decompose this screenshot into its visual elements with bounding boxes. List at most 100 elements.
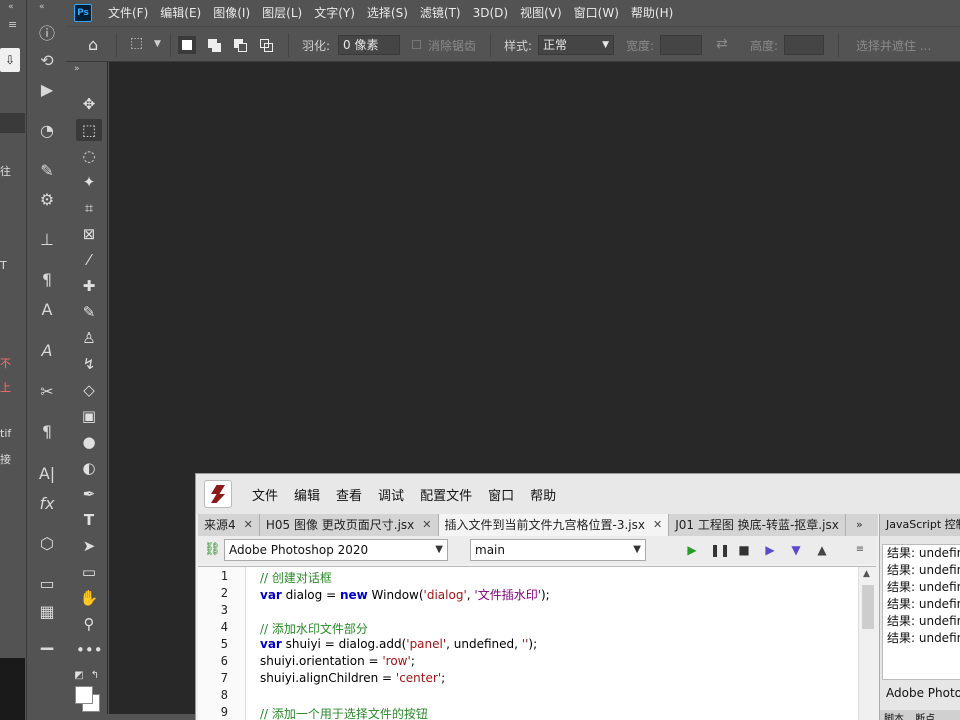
close-icon[interactable]: ✕ [244,514,253,536]
console-output[interactable]: 结果: undefined 结果: undefined 结果: undefine… [882,544,960,680]
panel-menu-icon[interactable]: ≡ [8,18,20,31]
expand-arrows-icon[interactable]: » [74,64,80,74]
tab-source4[interactable]: 来源4 ✕ [198,514,260,536]
adjust-icon[interactable]: ◔ [35,120,59,142]
chevron-down-icon[interactable]: ▼ [154,39,161,49]
crop-tool-icon[interactable]: ⌗ [76,197,102,219]
close-icon[interactable]: ✕ [422,514,431,536]
swap-colors-icon[interactable]: ↰ [88,665,102,687]
select-and-mask-button[interactable]: 选择并遮住 ... [856,37,931,54]
style-select[interactable]: 正常 ▼ [538,35,614,55]
link-icon[interactable]: ⛓ [204,542,221,557]
blur-tool-icon[interactable]: ● [76,431,102,453]
paragraph-icon[interactable]: ¶ [35,269,59,291]
sliders-icon[interactable]: ⚙ [35,189,59,211]
clone-source-icon[interactable]: ⊥ [35,229,59,251]
magic-wand-tool-icon[interactable]: ✦ [76,171,102,193]
estk-menu-window[interactable]: 窗口 [480,485,522,504]
tab-scripts[interactable]: 脚本 [880,714,908,720]
rectangle-marquee-tool-icon[interactable]: ⬚ [76,119,102,141]
character-icon[interactable]: A| [35,463,59,485]
path-selection-tool-icon[interactable]: ➤ [76,535,102,557]
height-input[interactable] [784,35,824,55]
menu-window[interactable]: 窗口(W) [568,0,625,26]
estk-menu-help[interactable]: 帮助 [522,485,564,504]
more-tools-icon[interactable]: ••• [76,639,103,661]
history-brush-tool-icon[interactable]: ↯ [76,353,102,375]
menu-3d[interactable]: 3D(D) [467,0,514,26]
glyphs-icon[interactable]: A [35,299,59,321]
fx-icon[interactable]: fx [35,493,59,515]
menu-help[interactable]: 帮助(H) [625,0,679,26]
estk-menu-view[interactable]: 查看 [328,485,370,504]
menu-type[interactable]: 文字(Y) [308,0,361,26]
menu-image[interactable]: 图像(I) [207,0,256,26]
add-selection-button[interactable] [206,36,224,54]
swap-icon[interactable]: ⇄ [716,36,728,52]
pause-icon[interactable]: ❚❚ [710,542,730,558]
tool-presets-icon[interactable]: ✂ [35,381,59,403]
zoom-tool-icon[interactable]: ⚲ [76,613,102,635]
default-colors-icon[interactable]: ◩ [72,665,86,687]
dodge-tool-icon[interactable]: ◐ [76,457,102,479]
panel-menu-icon[interactable]: ≡ [852,542,868,558]
rectangle-tool-icon[interactable]: ▭ [76,561,102,583]
histogram-icon[interactable]: ▁ [35,630,59,652]
scrollbar-thumb[interactable] [862,585,874,629]
intersect-selection-button[interactable] [258,36,276,54]
home-icon[interactable]: ⌂ [88,35,98,54]
table-icon[interactable]: ▦ [35,601,59,623]
collapse-arrows-icon[interactable]: « [8,2,14,12]
move-tool-icon[interactable]: ✥ [76,93,102,115]
new-selection-button[interactable] [178,36,196,54]
code-editor[interactable]: 1 2 3 4 5 6 7 8 9 // 创建对话框 var dialog = … [198,566,876,720]
frame-tool-icon[interactable]: ⊠ [76,223,102,245]
lasso-tool-icon[interactable]: ◌ [76,145,102,167]
tab-insert-file[interactable]: 插入文件到当前文件九宫格位置-3.jsx ✕ [438,514,670,536]
paragraph-style-icon[interactable]: ¶ [35,421,59,443]
download-icon[interactable]: ⇩ [0,48,20,72]
brush-settings-icon[interactable]: ✎ [35,160,59,182]
tab-breakpoints[interactable]: 断点 [911,714,939,720]
gradient-tool-icon[interactable]: ▣ [76,405,102,427]
play-icon[interactable]: ▶ [35,79,59,101]
type-tool-icon[interactable]: T [76,509,102,531]
run-icon[interactable]: ▶ [684,542,700,558]
engine-select[interactable]: main ▼ [470,539,646,561]
subtract-selection-button[interactable] [232,36,250,54]
step-over-icon[interactable]: ▶ [762,542,778,558]
menu-file[interactable]: 文件(F) [102,0,154,26]
tab-j01[interactable]: J01 工程图 换底-转蓝-抠章.jsx [669,514,846,536]
estk-menu-profile[interactable]: 配置文件 [412,485,480,504]
editor-scrollbar[interactable]: ▲ [858,567,876,720]
feather-input[interactable]: 0 像素 [338,35,400,55]
history-icon[interactable]: ⟲ [35,50,59,72]
menu-select[interactable]: 选择(S) [361,0,414,26]
target-application-select[interactable]: Adobe Photoshop 2020 ▼ [224,539,448,561]
menu-layer[interactable]: 图层(L) [256,0,308,26]
close-icon[interactable]: ✕ [653,514,662,536]
pen-tool-icon[interactable]: ✒ [76,483,102,505]
hand-tool-icon[interactable]: ✋ [76,587,102,609]
tab-h05[interactable]: H05 图像 更改页面尺寸.jsx ✕ [260,514,439,536]
foreground-color-swatch[interactable] [75,686,93,704]
stop-icon[interactable]: ■ [736,542,752,558]
antialias-checkbox[interactable] [412,40,421,49]
healing-brush-tool-icon[interactable]: ✚ [76,275,102,297]
tab-overflow-icon[interactable]: » [856,518,863,531]
gradient-icon[interactable]: ▭ [35,573,59,595]
step-out-icon[interactable]: ▲ [814,542,830,558]
marquee-tool-icon[interactable]: ⬚ [130,35,143,51]
3d-icon[interactable]: ⬡ [35,533,59,555]
clone-stamp-tool-icon[interactable]: ♙ [76,327,102,349]
menu-edit[interactable]: 编辑(E) [154,0,207,26]
step-into-icon[interactable]: ▼ [788,542,804,558]
estk-menu-file[interactable]: 文件 [244,485,286,504]
width-input[interactable] [660,35,702,55]
brush-tool-icon[interactable]: ✎ [76,301,102,323]
scroll-up-icon[interactable]: ▲ [863,569,870,579]
collapse-arrows-icon[interactable]: « [39,2,45,12]
estk-menu-edit[interactable]: 编辑 [286,485,328,504]
menu-view[interactable]: 视图(V) [514,0,568,26]
eraser-tool-icon[interactable]: ◇ [76,379,102,401]
